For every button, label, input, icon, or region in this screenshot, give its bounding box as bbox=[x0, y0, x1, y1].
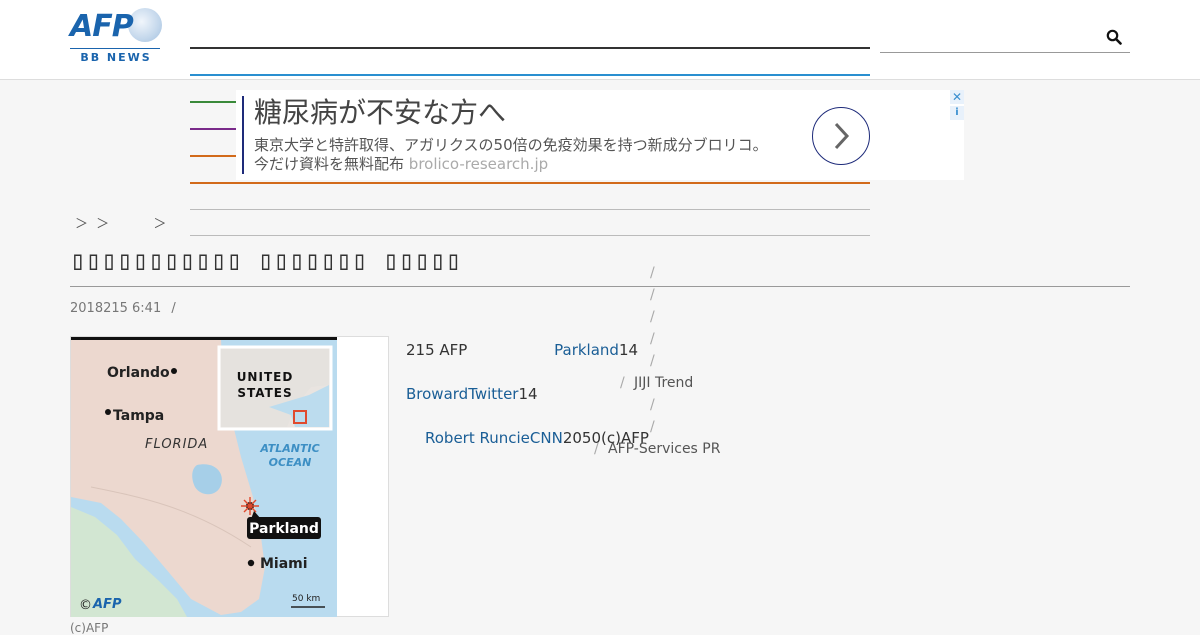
menu-line[interactable] bbox=[190, 74, 870, 76]
breadcrumb-sep: ＞ bbox=[75, 217, 89, 232]
ad-desc-text: 今だけ資料を無料配布 bbox=[254, 155, 405, 173]
article-link-cnn[interactable]: Robert RuncieCNN bbox=[425, 429, 563, 447]
search-box bbox=[880, 24, 1130, 53]
article-text: 215 AFP bbox=[406, 341, 468, 359]
article-photo[interactable]: Parkland Orlando Tampa FLORIDA UNITED ST… bbox=[70, 336, 389, 617]
side-separator: / bbox=[650, 309, 655, 325]
chevron-right-icon bbox=[834, 122, 850, 150]
afp-logo[interactable]: AFP BB NEWS bbox=[70, 8, 162, 64]
logo-sub: BB NEWS bbox=[80, 51, 152, 64]
article-line-2: BrowardTwitter14 bbox=[406, 384, 538, 404]
florida-map: Parkland Orlando Tampa FLORIDA UNITED ST… bbox=[71, 337, 337, 617]
date-separator: / bbox=[171, 301, 176, 316]
article-date: 2018215 6:41 bbox=[70, 301, 162, 316]
map-label-florida: FLORIDA bbox=[145, 437, 208, 452]
map-label-united: UNITED bbox=[237, 370, 294, 384]
article-text: 14 bbox=[618, 341, 639, 359]
side-separator: / bbox=[650, 287, 655, 303]
map-label-atlantic: ATLANTIC bbox=[259, 442, 319, 455]
globe-icon bbox=[128, 8, 162, 42]
ad-desc-line1: 東京大学と特許取得、アガリクスの50倍の免疫効果を持つ新成分ブロリコ。 bbox=[254, 136, 768, 154]
map-afp-logo: AFP bbox=[92, 597, 122, 612]
menu-line[interactable] bbox=[190, 47, 870, 49]
photo-caption: (c)AFP bbox=[70, 621, 109, 635]
map-label-ocean: OCEAN bbox=[269, 456, 312, 469]
ad-title[interactable]: 糖尿病が不安な方へ bbox=[254, 96, 506, 130]
side-separator: / bbox=[620, 375, 625, 391]
breadcrumb-sep: ＞ bbox=[153, 217, 167, 232]
article-link-broward[interactable]: BrowardTwitter bbox=[406, 385, 518, 403]
map-label-tampa: Tampa bbox=[113, 408, 164, 424]
side-separator: / bbox=[650, 331, 655, 347]
side-separator: / bbox=[650, 265, 655, 281]
ad-domain[interactable]: brolico-research.jp bbox=[409, 155, 548, 173]
article-link-parkland[interactable]: Parkland bbox=[554, 341, 619, 359]
map-label-miami: Miami bbox=[260, 556, 308, 572]
search-icon[interactable] bbox=[1106, 29, 1122, 45]
breadcrumb: ＞ ＞ ＞ bbox=[75, 216, 166, 234]
article-line-1: 215 AFP Parkland14 bbox=[406, 340, 638, 360]
ad-accent-bar bbox=[242, 96, 244, 174]
map-copyright: © bbox=[79, 598, 92, 613]
logo-brand: AFP bbox=[70, 9, 134, 44]
menu-line[interactable] bbox=[190, 182, 870, 184]
article-dateline: 2018215 6:41 / bbox=[70, 300, 176, 318]
ad-description: 東京大学と特許取得、アガリクスの50倍の免疫効果を持つ新成分ブロリコ。 今だけ資… bbox=[254, 136, 768, 174]
map-scale-label: 50 km bbox=[292, 594, 320, 604]
map-label-states: STATES bbox=[237, 386, 292, 400]
ad-desc-line2: 今だけ資料を無料配布 brolico-research.jp bbox=[254, 155, 768, 174]
side-link-afp-services[interactable]: AFP-Services PR bbox=[608, 440, 720, 458]
map-label-orlando: Orlando bbox=[107, 365, 170, 381]
side-separator: / bbox=[594, 441, 599, 457]
ad-next-button[interactable] bbox=[812, 107, 870, 165]
article-text: 14 bbox=[518, 385, 538, 403]
breadcrumb-sep: ＞ bbox=[96, 217, 110, 232]
page-title: ▯▯▯▯▯▯▯▯▯▯▯ ▯▯▯▯▯▯▯ ▯▯▯▯▯ bbox=[70, 246, 462, 276]
ad-banner[interactable]: 糖尿病が不安な方へ 東京大学と特許取得、アガリクスの50倍の免疫効果を持つ新成分… bbox=[236, 90, 964, 180]
ad-close-icon[interactable]: ✕ bbox=[950, 90, 964, 104]
side-separator: / bbox=[650, 397, 655, 413]
site-header: AFP BB NEWS bbox=[0, 0, 1200, 80]
side-separator: / bbox=[650, 419, 655, 435]
title-divider bbox=[70, 286, 1130, 287]
search-input[interactable] bbox=[880, 24, 1104, 52]
logo-divider bbox=[70, 48, 160, 49]
menu-line[interactable] bbox=[190, 235, 870, 236]
side-separator: / bbox=[650, 353, 655, 369]
menu-line[interactable] bbox=[190, 209, 870, 210]
side-link-jiji-trend[interactable]: JIJI Trend bbox=[634, 374, 693, 392]
map-label-parkland: Parkland bbox=[249, 521, 319, 537]
ad-info-icon[interactable]: i bbox=[950, 106, 964, 120]
